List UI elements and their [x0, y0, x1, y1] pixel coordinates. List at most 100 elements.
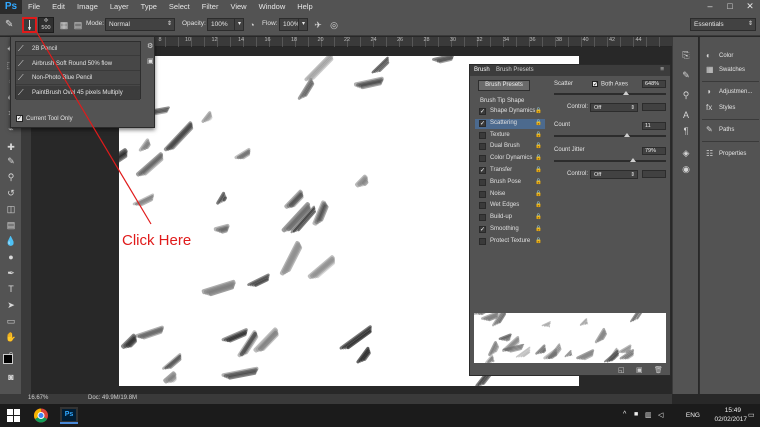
brush-option-label: Wet Edges	[490, 202, 520, 209]
count-slider[interactable]	[554, 135, 666, 137]
brush-option-texture[interactable]: Texture 🔒	[475, 131, 545, 141]
panel-styles-label: Styles	[719, 105, 736, 111]
count-slider-thumb[interactable]	[624, 133, 630, 137]
panel-paths[interactable]: ✎ Paths	[700, 123, 760, 137]
brush-option-protect-texture[interactable]: Protect Texture 🔒	[475, 237, 545, 247]
new-brush-icon[interactable]: ▣	[636, 366, 643, 374]
checkbox-icon[interactable]	[479, 155, 486, 163]
brush-option-label: Build-up	[490, 214, 513, 221]
brush-option-color-dynamics[interactable]: Color Dynamics 🔒	[475, 154, 545, 164]
lock-icon[interactable]: 🔒	[535, 108, 542, 114]
scatter-slider[interactable]	[554, 93, 666, 95]
brush-panel: Brush Brush Presets ≡ Brush Presets Brus…	[469, 64, 671, 376]
brush-stroke	[603, 349, 619, 363]
count-jitter-value[interactable]: 79%	[642, 147, 666, 155]
action-center-icon[interactable]: ▭	[748, 411, 755, 419]
panels-column: ◐ Color ▦ Swatches ◑ Adjustmen... fx Styles …	[699, 37, 760, 394]
panel-styles[interactable]: fx Styles	[700, 101, 760, 115]
count-jitter-slider[interactable]	[554, 160, 666, 162]
network-icon[interactable]: ▥	[645, 411, 652, 419]
language-indicator[interactable]: ENG	[686, 412, 700, 419]
brush-option-smoothing[interactable]: ✓ Smoothing 🔒	[475, 225, 545, 235]
lock-icon[interactable]: 🔒	[535, 238, 542, 244]
control-select[interactable]: Off ⇕	[590, 103, 638, 112]
brush-presets-button[interactable]: Brush Presets	[478, 80, 530, 91]
panel-adjustments[interactable]: ◑ Adjustmen...	[700, 85, 760, 99]
trash-icon[interactable]: 🗑	[654, 366, 663, 374]
checkbox-checked-icon[interactable]: ✓	[479, 119, 486, 127]
styles-icon: fx	[706, 103, 713, 112]
checkbox-icon[interactable]	[479, 178, 486, 186]
brush-tip-shape-item[interactable]: Brush Tip Shape	[480, 98, 524, 104]
scatter-value[interactable]: 648%	[642, 80, 666, 88]
channels-icon[interactable]: ◉	[680, 163, 692, 175]
brush-option-build-up[interactable]: Build-up 🔒	[475, 213, 545, 223]
brush-option-transfer[interactable]: ✓ Transfer 🔒	[475, 166, 545, 176]
control-label: Control:	[567, 104, 589, 110]
toggle-hard-proofing-icon[interactable]: ◱	[618, 366, 625, 374]
volume-icon[interactable]: ◁	[658, 411, 663, 419]
lock-icon[interactable]: 🔒	[535, 179, 542, 185]
checkbox-checked-icon[interactable]: ✓	[479, 226, 486, 233]
brush-option-scattering[interactable]: ✓ Scattering 🔒	[475, 118, 545, 129]
checkbox-checked-icon[interactable]: ✓	[479, 167, 486, 174]
brush-option-label: Shape Dynamics	[490, 108, 536, 114]
brush-option-wet-edges[interactable]: Wet Edges 🔒	[475, 201, 545, 211]
panel-swatches[interactable]: ▦ Swatches	[700, 63, 760, 77]
brush-option-dual-brush[interactable]: Dual Brush 🔒	[475, 142, 545, 152]
lock-icon[interactable]: 🔒	[535, 132, 542, 138]
brush-option-shape-dynamics[interactable]: ✓ Shape Dynamics 🔒	[475, 107, 545, 117]
brush-option-label: Smoothing	[490, 226, 519, 232]
photoshop-taskbar-icon[interactable]: Ps	[60, 407, 78, 424]
notification-icon[interactable]: ■	[634, 411, 638, 418]
scatter-slider-thumb[interactable]	[623, 91, 629, 95]
checkbox-checked-icon[interactable]: ✓	[479, 108, 486, 115]
lock-icon[interactable]: 🔒	[535, 155, 542, 161]
brush-stroke	[564, 350, 573, 358]
paragraph-icon[interactable]: ¶	[680, 125, 692, 137]
clone-source-icon[interactable]: ⚲	[680, 89, 692, 101]
count-value[interactable]: 11	[642, 122, 666, 130]
character-icon[interactable]: A	[680, 109, 692, 121]
checkbox-icon[interactable]	[479, 237, 486, 245]
panel-color[interactable]: ◐ Color	[700, 49, 760, 63]
both-axes-checkbox[interactable]: ✓ Both Axes	[592, 81, 628, 88]
control2-label: Control:	[567, 171, 589, 177]
checkbox-icon[interactable]	[479, 202, 486, 210]
lock-icon[interactable]: 🔒	[535, 214, 542, 220]
panel-properties[interactable]: ☷ Properties	[700, 147, 760, 161]
checkbox-icon[interactable]	[479, 143, 486, 151]
clock-date[interactable]: 02/02/2017	[714, 416, 747, 423]
lock-icon[interactable]: 🔒	[535, 167, 542, 173]
checkbox-icon[interactable]	[479, 214, 486, 222]
brush-stroke	[630, 313, 645, 323]
history-icon[interactable]: ⎘	[680, 49, 692, 61]
chrome-taskbar-icon[interactable]	[32, 407, 50, 424]
checkbox-icon[interactable]	[479, 131, 486, 139]
clock-time[interactable]: 15:49	[725, 407, 741, 414]
control2-select[interactable]: Off ⇕	[590, 170, 638, 179]
tab-brush-presets[interactable]: Brush Presets	[496, 67, 534, 73]
tab-brush[interactable]: Brush	[474, 67, 490, 73]
checkbox-icon[interactable]	[479, 190, 486, 198]
count-jitter-label: Count Jitter	[554, 147, 585, 153]
brush-panel-icon[interactable]: ✎	[680, 69, 692, 81]
brush-option-noise[interactable]: Noise 🔒	[475, 190, 545, 200]
brush-option-label: Brush Pose	[490, 178, 522, 185]
brush-stroke	[485, 354, 495, 363]
brush-option-brush-pose[interactable]: Brush Pose 🔒	[475, 178, 545, 188]
windows-start-icon[interactable]	[7, 409, 21, 423]
lock-icon[interactable]: 🔒	[535, 120, 542, 126]
brush-stroke-preview	[474, 313, 666, 363]
lock-icon[interactable]: 🔒	[535, 191, 542, 197]
properties-icon: ☷	[706, 149, 714, 158]
panel-menu-icon[interactable]: ≡	[660, 66, 664, 73]
chevron-up-icon[interactable]: ^	[623, 411, 626, 418]
lock-icon[interactable]: 🔒	[535, 226, 542, 232]
count-jitter-slider-thumb[interactable]	[630, 158, 636, 162]
brush-option-label: Texture	[490, 131, 510, 138]
lock-icon[interactable]: 🔒	[535, 202, 542, 208]
layers-icon[interactable]: ◈	[680, 147, 692, 159]
preview-strokes	[474, 313, 645, 363]
lock-icon[interactable]: 🔒	[535, 143, 542, 149]
